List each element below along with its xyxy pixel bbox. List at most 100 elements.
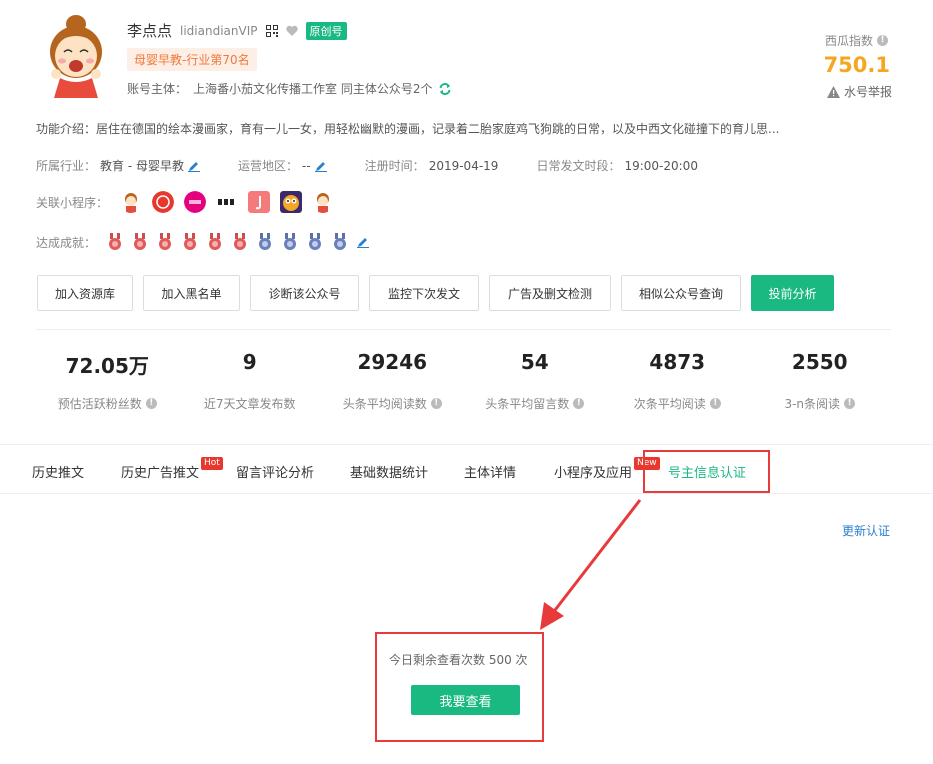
stat-item: 72.05万 预估活跃粉丝数! <box>36 350 179 412</box>
stat-label: 预估活跃粉丝数! <box>36 395 179 412</box>
hot-badge: Hot <box>201 457 223 470</box>
mini-program-owl-icon[interactable] <box>280 191 303 213</box>
industry-value: 教育 - 母婴早教 <box>100 159 184 173</box>
stat-value: 72.05万 <box>65 354 149 378</box>
tab-entity-details[interactable]: 主体详情 <box>464 462 516 481</box>
stat-label: 近7天文章发布数 <box>179 395 322 412</box>
stat-label: 头条平均留言数! <box>464 395 607 412</box>
tab-highlight-box <box>643 450 770 493</box>
register-label: 注册时间： <box>364 159 425 173</box>
account-card: 李点点 lidiandianVIP 原创号 母婴早教-行业第70名 账号主体： 上… <box>0 0 933 444</box>
warning-icon <box>826 85 840 98</box>
pre-analysis-button[interactable]: 投前分析 <box>751 275 834 311</box>
post-time-item: 日常发文时段： 19:00-20:00 <box>536 157 698 174</box>
stat-label-text: 预估活跃粉丝数 <box>57 397 142 411</box>
mini-program-cartoon-girl-icon[interactable] <box>120 191 142 213</box>
edit-icon[interactable] <box>187 160 200 172</box>
refresh-icon[interactable] <box>438 82 452 96</box>
divider <box>36 329 891 330</box>
similar-accounts-button[interactable]: 相似公众号查询 <box>621 275 741 311</box>
entity-value[interactable]: 上海番小茄文化传播工作室 同主体公众号2个 <box>193 80 432 97</box>
achievements-label: 达成成就： <box>36 235 97 250</box>
stat-value: 9 <box>242 350 257 374</box>
blue-medal-icon <box>309 233 322 250</box>
stat-item: 29246 头条平均阅读数! <box>321 350 464 412</box>
xigua-index-value: 750.1 <box>823 53 890 77</box>
tab-history-ad-posts[interactable]: 历史广告推文 <box>121 462 199 481</box>
edit-icon[interactable] <box>314 160 327 172</box>
xigua-index-label: 西瓜指数 ! <box>825 32 888 49</box>
tab-mini-programs-apps[interactable]: 小程序及应用 <box>554 462 632 481</box>
info-icon[interactable]: ! <box>844 398 856 409</box>
stat-label-text: 次条平均阅读 <box>633 397 706 411</box>
stat-value: 54 <box>520 350 549 374</box>
stat-label-text: 头条平均阅读数 <box>342 397 427 411</box>
red-medal-icon <box>109 233 122 250</box>
report-link[interactable]: 水号举报 <box>826 83 892 100</box>
post-time-value: 19:00-20:00 <box>624 158 698 173</box>
heart-icon[interactable] <box>285 25 298 36</box>
info-icon[interactable]: ! <box>573 398 585 409</box>
blue-medal-icon <box>259 233 272 250</box>
register-value: 2019-04-19 <box>428 158 499 173</box>
region-label: 运营地区： <box>237 159 298 173</box>
red-medal-icon <box>234 233 247 250</box>
action-buttons: 加入资源库 加入黑名单 诊断该公众号 监控下次发文 广告及删文检测 相似公众号查… <box>37 275 834 311</box>
blue-medal-icon <box>284 233 297 250</box>
red-medal-icon <box>184 233 197 250</box>
region-item: 运营地区： -- <box>238 157 327 174</box>
stat-item: 9 近7天文章发布数 <box>179 350 322 412</box>
ad-and-deletion-check-button[interactable]: 广告及删文检测 <box>489 275 611 311</box>
mini-programs-label: 关联小程序： <box>36 195 109 210</box>
red-medal-icon <box>134 233 147 250</box>
tab-history-posts[interactable]: 历史推文 <box>32 462 84 481</box>
add-to-resource-button[interactable]: 加入资源库 <box>37 275 133 311</box>
qrcode-icon[interactable] <box>265 24 278 37</box>
post-time-label: 日常发文时段： <box>536 159 621 173</box>
red-medal-icon <box>209 233 222 250</box>
region-value: -- <box>302 158 311 173</box>
mini-program-cartoon-girl-icon[interactable] <box>312 191 334 213</box>
stat-item: 2550 3-n条阅读! <box>749 350 892 412</box>
xigua-index-label-text: 西瓜指数 <box>824 34 873 48</box>
mini-program-pink-icon[interactable] <box>184 191 207 213</box>
stat-item: 4873 次条平均阅读! <box>606 350 749 412</box>
edit-icon[interactable] <box>357 236 370 248</box>
stat-label: 次条平均阅读! <box>606 395 749 412</box>
blue-medal-icon <box>334 233 347 250</box>
info-icon[interactable]: ! <box>709 398 721 409</box>
stat-label-text: 头条平均留言数 <box>485 397 570 411</box>
stat-value: 29246 <box>357 350 428 374</box>
info-icon[interactable]: ! <box>877 35 888 46</box>
achievements-row: 达成成就： <box>36 233 370 251</box>
tab-basic-data-stats[interactable]: 基础数据统计 <box>350 462 428 481</box>
red-medal-icon <box>159 233 172 250</box>
stat-label-text: 3-n条阅读 <box>784 397 841 411</box>
entity-row: 账号主体： 上海番小茄文化传播工作室 同主体公众号2个 <box>127 80 452 97</box>
diagnose-account-button[interactable]: 诊断该公众号 <box>250 275 359 311</box>
mini-program-red-icon[interactable] <box>152 191 175 213</box>
tab-comment-analysis[interactable]: 留言评论分析 <box>236 462 314 481</box>
report-label: 水号举报 <box>843 85 892 99</box>
view-button[interactable]: 我要查看 <box>411 685 520 715</box>
avatar <box>50 15 102 98</box>
add-to-blacklist-button[interactable]: 加入黑名单 <box>143 275 240 311</box>
account-name: 李点点 <box>127 22 173 40</box>
monitor-next-post-button[interactable]: 监控下次发文 <box>369 275 479 311</box>
mini-program-pink-j-icon[interactable] <box>248 191 271 213</box>
industry-rank-tag[interactable]: 母婴早教-行业第70名 <box>127 48 257 71</box>
stats-row: 72.05万 预估活跃粉丝数! 9 近7天文章发布数 29246 头条平均阅读数… <box>36 350 891 412</box>
meta-row: 所属行业： 教育 - 母婴早教 运营地区： -- 注册时间： 2019-04-1… <box>36 157 736 174</box>
stat-value: 4873 <box>649 350 706 374</box>
industry-label: 所属行业： <box>36 159 97 173</box>
info-icon[interactable]: ! <box>145 398 157 409</box>
info-icon[interactable]: ! <box>430 398 442 409</box>
red-arrow-icon <box>540 499 642 630</box>
stat-label: 3-n条阅读! <box>749 395 892 412</box>
update-verification-link[interactable]: 更新认证 <box>842 522 890 539</box>
tab-bar: 历史推文 历史广告推文 Hot 留言评论分析 基础数据统计 主体详情 小程序及应… <box>0 444 933 494</box>
stat-value: 2550 <box>791 350 848 374</box>
mini-program-bfe-icon[interactable] <box>216 191 238 213</box>
original-badge: 原创号 <box>305 21 347 40</box>
remaining-views-text: 今日剩余查看次数 500 次 <box>389 653 528 667</box>
